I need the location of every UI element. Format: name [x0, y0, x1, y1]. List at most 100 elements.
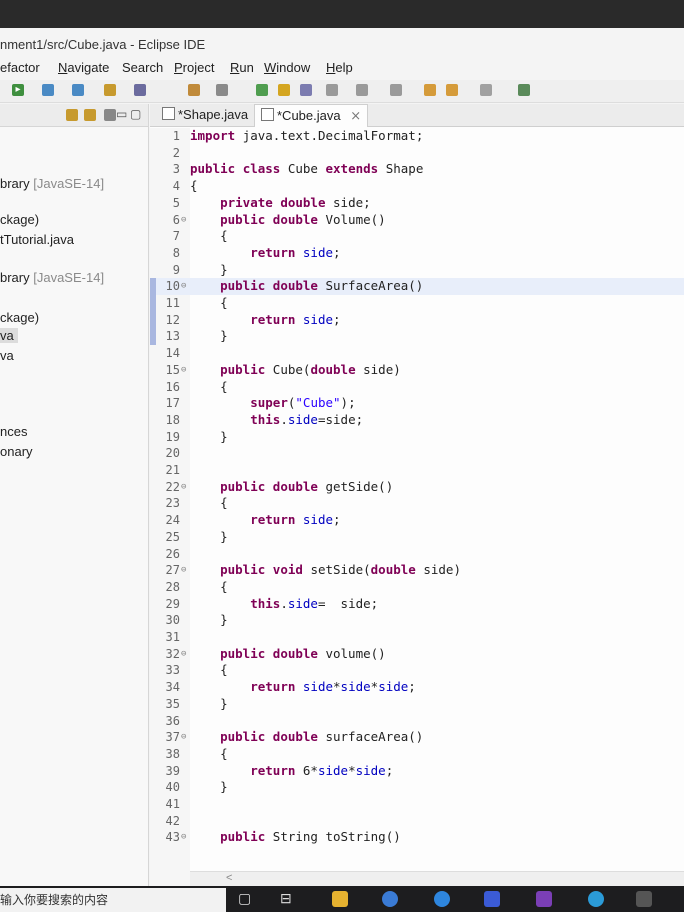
menu-item-project[interactable]: Project: [174, 60, 214, 75]
mark-occurrences-icon[interactable]: [278, 84, 290, 96]
forward-icon[interactable]: [446, 84, 458, 96]
menu-item-navigate[interactable]: Navigate: [58, 60, 109, 75]
code-line[interactable]: 33 {: [150, 662, 684, 679]
code-line[interactable]: 41: [150, 796, 684, 813]
history-icon[interactable]: [480, 84, 492, 96]
tree-item[interactable]: ckage): [0, 212, 39, 227]
code-line[interactable]: 37 ⊖ public double surfaceArea(): [150, 729, 684, 746]
debug-icon[interactable]: [42, 84, 54, 96]
tree-item[interactable]: onary: [0, 444, 33, 459]
code-line[interactable]: 10 ⊖ public double SurfaceArea(): [150, 278, 684, 295]
task-icon[interactable]: [216, 84, 228, 96]
collapse-all-icon[interactable]: [66, 109, 78, 121]
code-line[interactable]: 26: [150, 546, 684, 563]
chat-icon[interactable]: [434, 891, 450, 907]
block-selection-icon[interactable]: [300, 84, 312, 96]
code-line[interactable]: 9 }: [150, 262, 684, 279]
cortana-icon[interactable]: ▢: [238, 890, 251, 907]
code-line[interactable]: 32 ⊖ public double volume(): [150, 646, 684, 663]
code-line[interactable]: 18 this.side=side;: [150, 412, 684, 429]
fold-toggle-icon[interactable]: ⊖: [181, 829, 186, 846]
horizontal-scrollbar[interactable]: <: [190, 871, 684, 886]
onenote-icon[interactable]: [536, 891, 552, 907]
code-line[interactable]: 3 public class Cube extends Shape: [150, 161, 684, 178]
tree-item[interactable]: va: [0, 328, 18, 343]
code-line[interactable]: 16 {: [150, 379, 684, 396]
code-line[interactable]: 42: [150, 813, 684, 830]
code-line[interactable]: 21: [150, 462, 684, 479]
code-line[interactable]: 11 {: [150, 295, 684, 312]
code-line[interactable]: 22 ⊖ public double getSide(): [150, 479, 684, 496]
taskbar-search-input[interactable]: 输入你要搜索的内容: [0, 888, 226, 912]
code-line[interactable]: 34 return side*side*side;: [150, 679, 684, 696]
code-line[interactable]: 23 {: [150, 495, 684, 512]
tree-item[interactable]: tTutorial.java: [0, 232, 74, 247]
task-view-icon[interactable]: ⊟: [280, 890, 292, 907]
fold-toggle-icon[interactable]: ⊖: [181, 729, 186, 746]
code-line[interactable]: 4{: [150, 178, 684, 195]
prev-annotation-icon[interactable]: [390, 84, 402, 96]
code-line[interactable]: 35 }: [150, 696, 684, 713]
code-line[interactable]: 38 {: [150, 746, 684, 763]
code-line[interactable]: 39 return 6*side*side;: [150, 763, 684, 780]
code-line[interactable]: 24 return side;: [150, 512, 684, 529]
meeting-icon[interactable]: [484, 891, 500, 907]
search-icon[interactable]: [134, 84, 146, 96]
code-line[interactable]: 15 ⊖ public Cube(double side): [150, 362, 684, 379]
menu-item-help[interactable]: Help: [326, 60, 353, 75]
code-line[interactable]: 2: [150, 145, 684, 162]
fold-toggle-icon[interactable]: ⊖: [181, 479, 186, 496]
menu-item-efactor[interactable]: efactor: [0, 60, 40, 75]
code-area[interactable]: 1 import java.text.DecimalFormat; 2 3 public…: [150, 128, 684, 886]
code-line[interactable]: 17 super("Cube");: [150, 395, 684, 412]
browser-icon[interactable]: [382, 891, 398, 907]
code-line[interactable]: 20: [150, 445, 684, 462]
code-line[interactable]: 14: [150, 345, 684, 362]
code-line[interactable]: 30 }: [150, 612, 684, 629]
edge-icon[interactable]: [588, 891, 604, 907]
file-explorer-icon[interactable]: [332, 891, 348, 907]
code-line[interactable]: 7 {: [150, 228, 684, 245]
code-line[interactable]: 13 }: [150, 328, 684, 346]
tree-item[interactable]: nces: [0, 424, 27, 439]
new-icon[interactable]: [72, 84, 84, 96]
tab-shape-java[interactable]: *Shape.java: [156, 104, 254, 126]
eclipse-icon[interactable]: [636, 891, 652, 907]
code-line[interactable]: 1 import java.text.DecimalFormat;: [150, 128, 684, 145]
code-line[interactable]: 8 return side;: [150, 245, 684, 262]
build-icon[interactable]: [104, 84, 116, 96]
menu-item-run[interactable]: Run: [230, 60, 254, 75]
fold-toggle-icon[interactable]: ⊖: [181, 562, 186, 579]
tree-item[interactable]: brary [JavaSE-14]: [0, 270, 104, 285]
code-line[interactable]: 19 }: [150, 429, 684, 446]
fold-toggle-icon[interactable]: ⊖: [181, 212, 186, 229]
fold-toggle-icon[interactable]: ⊖: [181, 278, 186, 295]
open-type-icon[interactable]: [188, 84, 200, 96]
fold-toggle-icon[interactable]: ⊖: [181, 362, 186, 379]
view-menu-icon[interactable]: [104, 109, 116, 121]
code-line[interactable]: 28 {: [150, 579, 684, 596]
scroll-left-icon[interactable]: <: [226, 872, 232, 884]
code-line[interactable]: 29 this.side= side;: [150, 596, 684, 613]
close-icon[interactable]: ⨯: [350, 108, 361, 123]
code-line[interactable]: 36: [150, 713, 684, 730]
maximize-icon[interactable]: ▢: [130, 107, 141, 121]
tab-cube-java[interactable]: *Cube.java ⨯: [254, 104, 369, 127]
code-line[interactable]: 25 }: [150, 529, 684, 546]
perspective-icon[interactable]: [518, 84, 530, 96]
whitespace-icon[interactable]: [326, 84, 338, 96]
code-line[interactable]: 27 ⊖ public void setSide(double side): [150, 562, 684, 579]
code-line[interactable]: 40 }: [150, 779, 684, 796]
run-icon[interactable]: ▸: [12, 84, 24, 96]
tree-item[interactable]: va: [0, 348, 14, 363]
pin-icon[interactable]: [256, 84, 268, 96]
next-annotation-icon[interactable]: [356, 84, 368, 96]
tree-item[interactable]: brary [JavaSE-14]: [0, 176, 104, 191]
code-line[interactable]: 6 ⊖ public double Volume(): [150, 212, 684, 229]
code-line[interactable]: 43 ⊖ public String toString(): [150, 829, 684, 846]
back-icon[interactable]: [424, 84, 436, 96]
menu-item-search[interactable]: Search: [122, 60, 163, 75]
code-line[interactable]: 12 return side;: [150, 311, 684, 329]
menu-item-window[interactable]: Window: [264, 60, 310, 75]
minimize-icon[interactable]: ▭: [116, 107, 127, 121]
